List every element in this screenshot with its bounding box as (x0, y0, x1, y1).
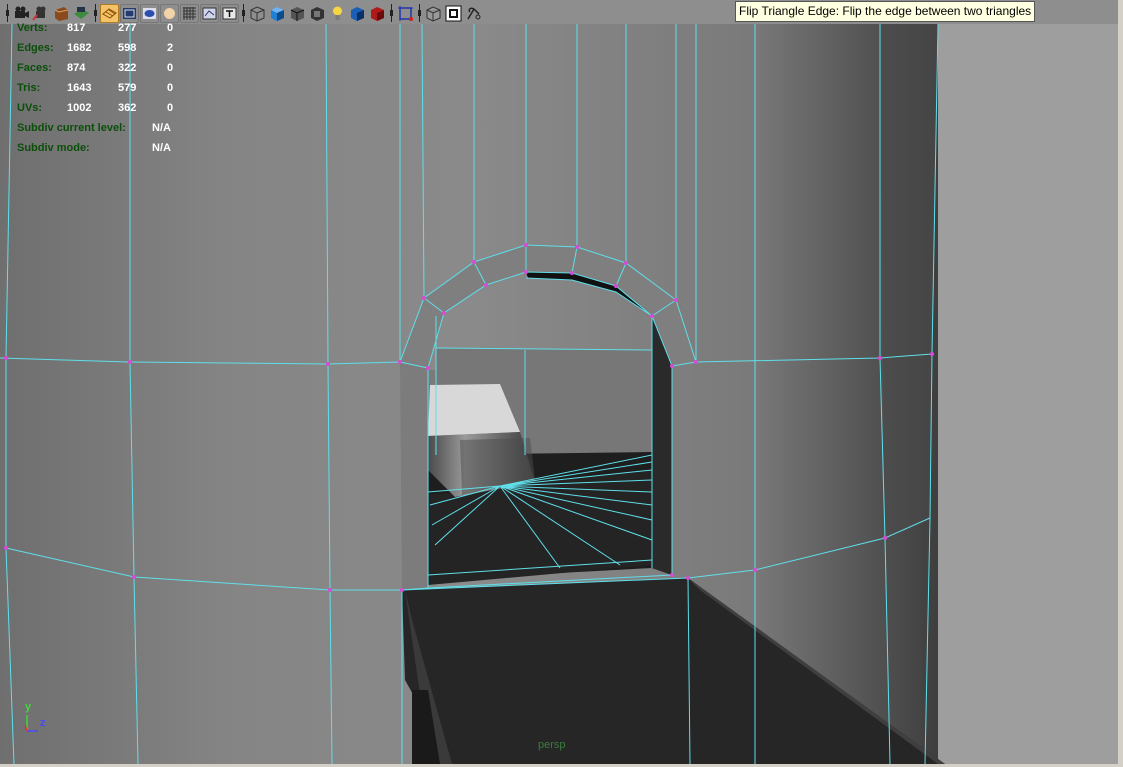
axis-label-z: z (40, 717, 46, 729)
image-plane-icon[interactable] (72, 4, 91, 23)
toolbar-separator (242, 4, 245, 22)
backface-culling-icon[interactable] (464, 4, 483, 23)
select-camera-icon[interactable] (32, 4, 51, 23)
wireframe-icon[interactable] (248, 4, 267, 23)
isolate-select-icon[interactable] (396, 4, 415, 23)
hud-value: 1002 (67, 102, 92, 114)
hud-label: Subdiv current level: (17, 122, 126, 134)
axis-gizmo: y z (21, 701, 53, 735)
tooltip: Flip Triangle Edge: Flip the edge betwee… (735, 1, 1036, 22)
hud-label: Faces: (17, 62, 52, 74)
hud-value: 322 (118, 62, 137, 74)
hud-value: 598 (118, 42, 137, 54)
toolbar-separator (390, 4, 393, 22)
toolbar-separator (6, 4, 9, 22)
xray-joints-icon[interactable] (424, 4, 443, 23)
shadows-icon[interactable] (348, 4, 367, 23)
hud-value: 1682 (67, 42, 92, 54)
grid-icon[interactable] (100, 3, 119, 23)
panel-toolbar (4, 2, 483, 24)
hud-value: 1643 (67, 82, 92, 94)
field-chart-icon[interactable] (180, 3, 199, 23)
hud-value: 2 (167, 42, 174, 54)
toolbar-separator (94, 4, 97, 22)
gate-mask-icon[interactable] (160, 3, 179, 23)
wireframe-on-shaded-icon[interactable] (288, 4, 307, 23)
camera-label: persp (538, 739, 566, 751)
film-gate-icon[interactable] (120, 3, 139, 23)
resolution-gate-icon[interactable] (140, 3, 159, 23)
hud-value: 362 (118, 102, 137, 114)
hud-value: 874 (67, 62, 86, 74)
hud-label: UVs: (17, 102, 43, 114)
safe-action-icon[interactable] (200, 3, 219, 23)
toolbar-separator (418, 4, 421, 22)
xray-active-components-icon[interactable] (444, 4, 463, 23)
hud-value: 0 (167, 62, 174, 74)
hud-value: N/A (152, 142, 171, 154)
scene-mesh[interactable] (0, 0, 1118, 764)
xray-icon[interactable] (368, 4, 387, 23)
safe-title-icon[interactable] (220, 3, 239, 23)
hud-label: Tris: (17, 82, 41, 94)
hud-label: Edges: (17, 42, 54, 54)
hud-value: N/A (152, 122, 171, 134)
window-right-border (1118, 0, 1123, 767)
hud-value: 0 (167, 82, 174, 94)
bookmark-icon[interactable] (52, 4, 71, 23)
viewport-3d[interactable]: Verts: 817 277 0 Edges: 1682 598 2 Faces… (0, 0, 1118, 764)
hud-value: 579 (118, 82, 137, 94)
textured-icon[interactable] (308, 4, 327, 23)
smooth-shade-icon[interactable] (268, 4, 287, 23)
use-all-lights-icon[interactable] (328, 4, 347, 23)
hud-value: 0 (167, 102, 174, 114)
axis-label-y: y (25, 701, 32, 713)
hud-label: Subdiv mode: (17, 142, 90, 154)
camera-attributes-icon[interactable] (12, 4, 31, 23)
